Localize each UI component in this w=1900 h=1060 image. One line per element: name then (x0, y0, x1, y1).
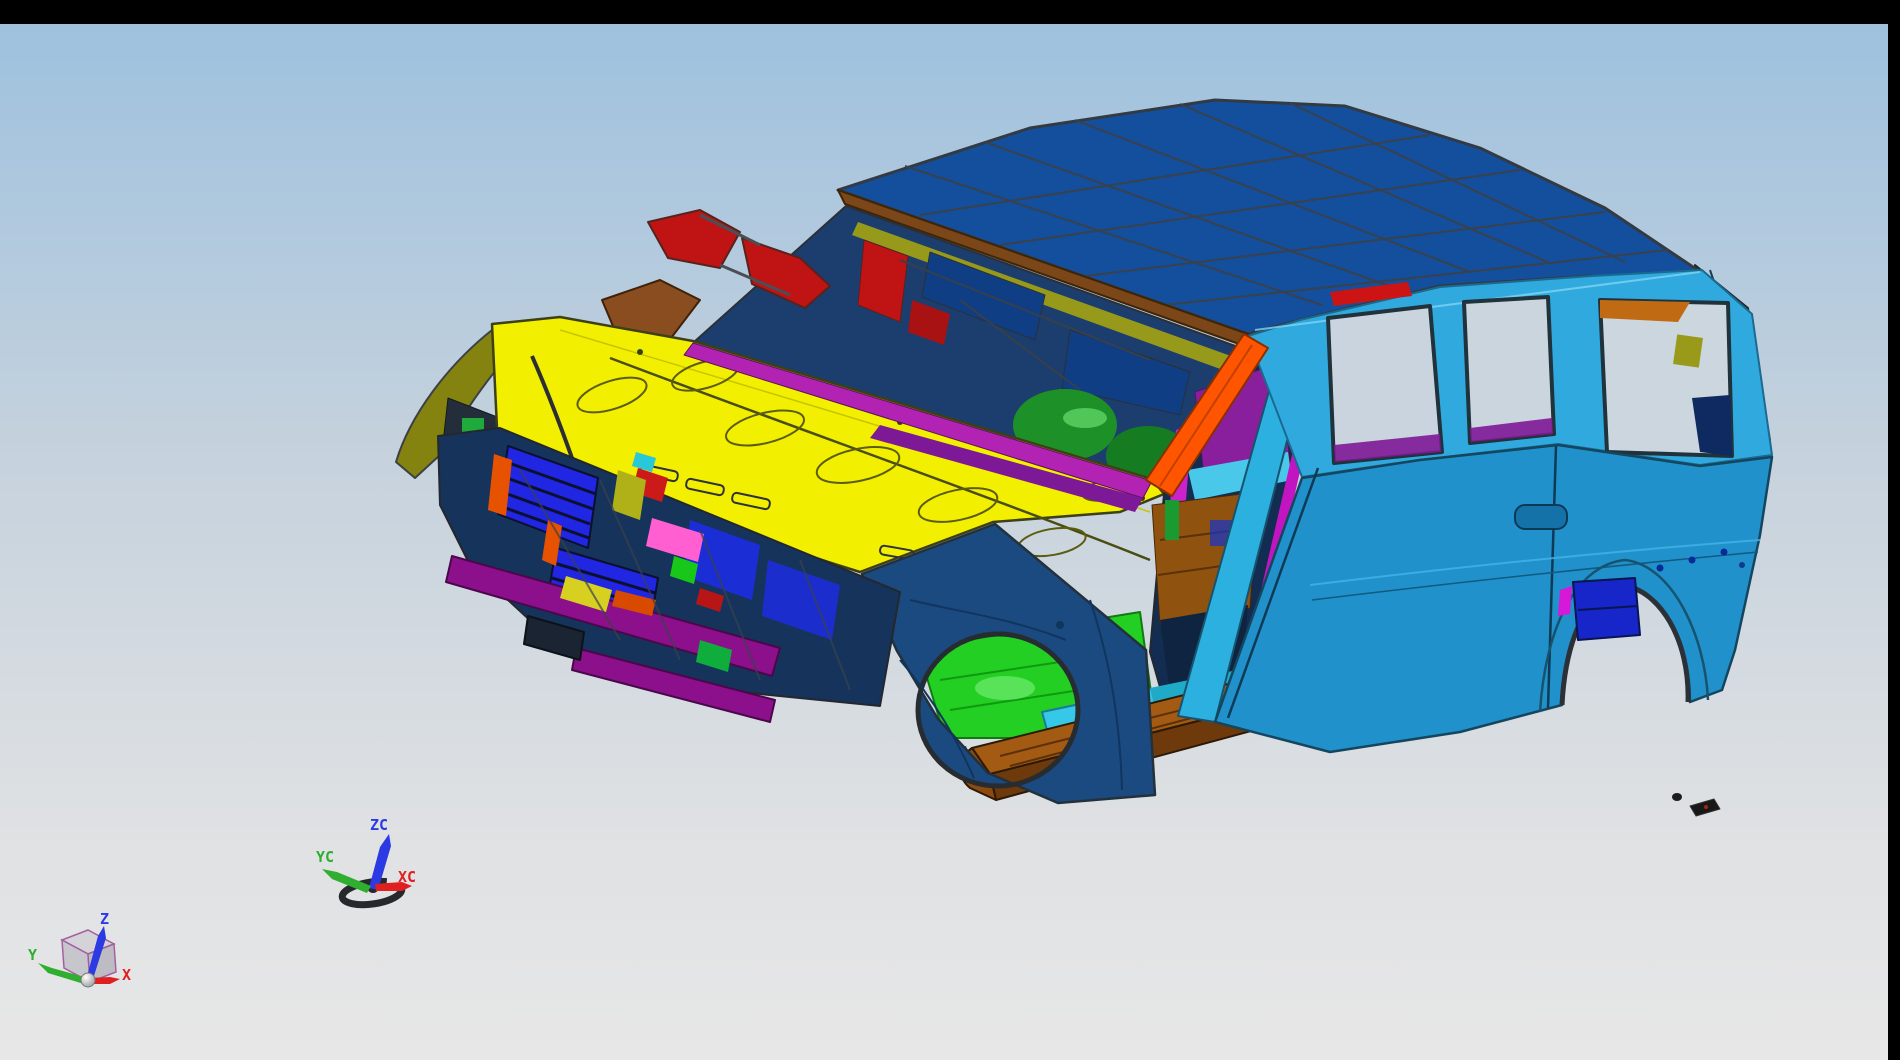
wcs-xc-label: XC (398, 868, 416, 886)
3d-viewport[interactable]: ZC YC XC Z Y X (0, 24, 1900, 1060)
wcs-zc-label: ZC (370, 816, 388, 834)
quarter-window-opening[interactable] (1600, 300, 1732, 456)
datum-x-label: X (122, 966, 131, 984)
rear-door-window-opening[interactable] (1464, 297, 1554, 443)
wcs-yc-label: YC (316, 848, 334, 866)
datum-origin-sphere[interactable] (81, 973, 95, 987)
datum-z-label: Z (100, 910, 109, 928)
door-window-opening[interactable] (1328, 306, 1442, 463)
top-black-bar (0, 0, 1900, 24)
datum-y-label: Y (28, 946, 37, 964)
cad-application-window: ZC YC XC Z Y X (0, 0, 1900, 1060)
right-black-bar (1888, 24, 1900, 1060)
door-handle-recess[interactable] (1515, 505, 1567, 529)
